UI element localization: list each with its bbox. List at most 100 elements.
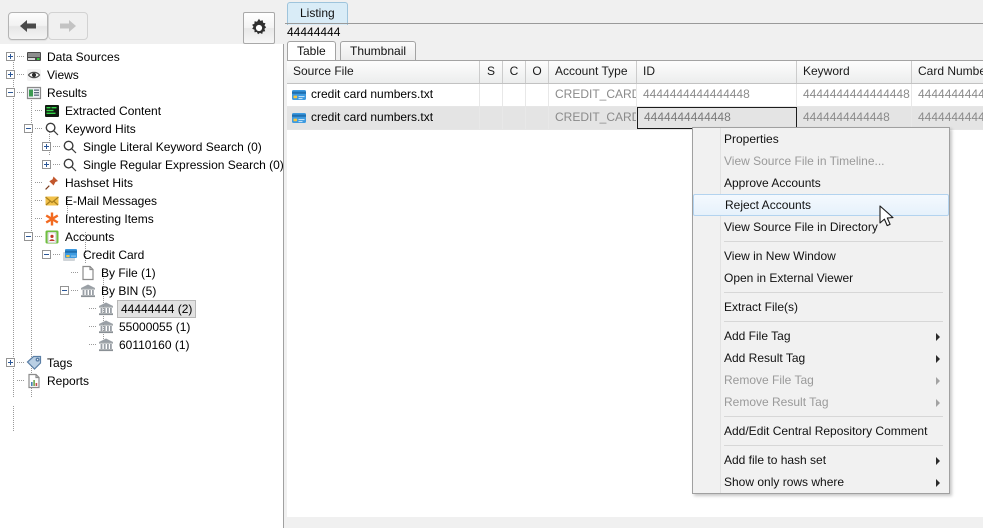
tree-item-tags[interactable]: Tags xyxy=(0,354,283,372)
cell-card-number[interactable]: 4444444444448 xyxy=(912,107,983,129)
report-icon xyxy=(26,373,42,389)
table-body[interactable]: credit card numbers.txtCREDIT_CARD444444… xyxy=(287,84,983,130)
collapse-toggle-icon[interactable] xyxy=(24,232,33,241)
accounts-icon xyxy=(44,229,60,245)
expand-toggle-icon[interactable] xyxy=(42,160,51,169)
tree-item-44444444-2[interactable]: 44444444 (2) xyxy=(0,300,283,318)
magnifier-icon xyxy=(62,139,78,155)
extracted-content-icon xyxy=(44,103,60,119)
column-header-c[interactable]: C xyxy=(503,61,526,83)
context-menu-separator xyxy=(724,416,943,417)
tab-thumbnail[interactable]: Thumbnail xyxy=(340,41,416,61)
tree-item-interesting-items[interactable]: Interesting Items xyxy=(0,210,283,228)
column-header-keyword[interactable]: Keyword xyxy=(797,61,912,83)
cell-c[interactable] xyxy=(503,107,526,129)
table-header-row[interactable]: Source FileSCOAccount TypeIDKeywordCard … xyxy=(287,61,983,84)
bank-icon xyxy=(98,301,114,317)
cell-s[interactable] xyxy=(480,107,503,129)
column-header-card-number[interactable]: Card Number xyxy=(912,61,983,83)
tree-connector xyxy=(35,236,43,237)
tree-item-accounts[interactable]: Accounts xyxy=(0,228,283,246)
settings-button[interactable] xyxy=(243,12,275,44)
tree-item-60110160-1[interactable]: 60110160 (1) xyxy=(0,336,283,354)
tree-connector xyxy=(53,146,61,147)
menu-item-extract-file-s[interactable]: Extract File(s) xyxy=(693,296,949,318)
tree-item-reports[interactable]: Reports xyxy=(0,372,283,390)
cell-c[interactable] xyxy=(503,84,526,106)
cell-keyword[interactable]: 4444444444448 xyxy=(797,107,912,129)
tree-item-label: Reports xyxy=(45,372,91,390)
column-header-id[interactable]: ID xyxy=(637,61,797,83)
menu-item-show-only-rows-where[interactable]: Show only rows where xyxy=(693,471,949,493)
tree-connector xyxy=(35,218,43,219)
bank-icon xyxy=(98,319,114,335)
credit-card-icon xyxy=(62,247,78,263)
tree-item-label: Interesting Items xyxy=(63,210,156,228)
cell-account-type[interactable]: CREDIT_CARD xyxy=(549,107,637,129)
tree-item-55000055-1[interactable]: 55000055 (1) xyxy=(0,318,283,336)
column-header-account-type[interactable]: Account Type xyxy=(549,61,637,83)
expand-toggle-icon[interactable] xyxy=(42,142,51,151)
menu-item-open-in-external-viewer[interactable]: Open in External Viewer xyxy=(693,267,949,289)
cell-keyword[interactable]: 4444444444444448 xyxy=(797,84,912,106)
cell-id[interactable]: 4444444444448 xyxy=(637,107,797,129)
cell-source-file[interactable]: credit card numbers.txt xyxy=(287,84,480,106)
tree-item-results[interactable]: Results xyxy=(0,84,283,102)
tree-item-extracted-content[interactable]: Extracted Content xyxy=(0,102,283,120)
menu-item-reject-accounts[interactable]: Reject Accounts xyxy=(693,194,949,216)
cell-o[interactable] xyxy=(526,84,549,106)
tab-listing[interactable]: Listing xyxy=(287,2,348,25)
tree-item-label: Data Sources xyxy=(45,48,122,66)
expand-toggle-icon[interactable] xyxy=(6,358,15,367)
expand-toggle-icon[interactable] xyxy=(6,52,15,61)
tree-item-single-regular-expression-search-0[interactable]: Single Regular Expression Search (0) xyxy=(0,156,283,174)
cell-id[interactable]: 4444444444444448 xyxy=(637,84,797,106)
tab-table[interactable]: Table xyxy=(287,41,336,61)
tree-item-by-file-1[interactable]: By File (1) xyxy=(0,264,283,282)
cell-source-file[interactable]: credit card numbers.txt xyxy=(287,107,480,129)
collapse-toggle-icon[interactable] xyxy=(60,286,69,295)
expand-toggle-icon[interactable] xyxy=(6,70,15,79)
cell-s[interactable] xyxy=(480,84,503,106)
column-header-source-file[interactable]: Source File xyxy=(287,61,480,83)
tree-connector xyxy=(53,164,61,165)
magnifier-icon xyxy=(62,157,78,173)
back-button[interactable] xyxy=(8,12,48,40)
tree-panel: Data SourcesViewsResultsExtracted Conten… xyxy=(0,0,285,528)
forward-button[interactable] xyxy=(48,12,88,40)
credit-card-icon xyxy=(62,247,78,263)
cell-card-number[interactable]: 4444444444444448 xyxy=(912,84,983,106)
menu-item-approve-accounts[interactable]: Approve Accounts xyxy=(693,172,949,194)
tree-item-data-sources[interactable]: Data Sources xyxy=(0,48,283,66)
view-tabstrip: TableThumbnail xyxy=(287,41,983,60)
menu-item-view-source-file-in-directory[interactable]: View Source File in Directory xyxy=(693,216,949,238)
menu-item-add-file-tag[interactable]: Add File Tag xyxy=(693,325,949,347)
tree-item-views[interactable]: Views xyxy=(0,66,283,84)
tree-item-e-mail-messages[interactable]: E-Mail Messages xyxy=(0,192,283,210)
tree-item-keyword-hits[interactable]: Keyword Hits xyxy=(0,120,283,138)
menu-item-add-edit-central-repository-comment[interactable]: Add/Edit Central Repository Comment xyxy=(693,420,949,442)
collapse-toggle-icon[interactable] xyxy=(24,124,33,133)
tree-item-by-bin-5[interactable]: By BIN (5) xyxy=(0,282,283,300)
collapse-toggle-icon[interactable] xyxy=(6,88,15,97)
context-menu-separator xyxy=(724,292,943,293)
table-row[interactable]: credit card numbers.txtCREDIT_CARD444444… xyxy=(287,84,983,107)
cell-account-type[interactable]: CREDIT_CARD xyxy=(549,84,637,106)
menu-item-properties[interactable]: Properties xyxy=(693,128,949,150)
menu-item-add-result-tag[interactable]: Add Result Tag xyxy=(693,347,949,369)
tree-item-credit-card[interactable]: Credit Card xyxy=(0,246,283,264)
cell-o[interactable] xyxy=(526,107,549,129)
tree-connector xyxy=(17,362,25,363)
tree-item-single-literal-keyword-search-0[interactable]: Single Literal Keyword Search (0) xyxy=(0,138,283,156)
menu-item-view-in-new-window[interactable]: View in New Window xyxy=(693,245,949,267)
column-header-o[interactable]: O xyxy=(526,61,549,83)
eye-icon xyxy=(26,67,42,83)
tree-item-hashset-hits[interactable]: Hashset Hits xyxy=(0,174,283,192)
explorer-tree[interactable]: Data SourcesViewsResultsExtracted Conten… xyxy=(0,44,284,528)
magnifier-icon xyxy=(44,121,60,137)
context-menu[interactable]: PropertiesView Source File in Timeline..… xyxy=(692,127,950,494)
envelope-icon xyxy=(44,193,60,209)
collapse-toggle-icon[interactable] xyxy=(42,250,51,259)
column-header-s[interactable]: S xyxy=(480,61,503,83)
menu-item-add-file-to-hash-set[interactable]: Add file to hash set xyxy=(693,449,949,471)
